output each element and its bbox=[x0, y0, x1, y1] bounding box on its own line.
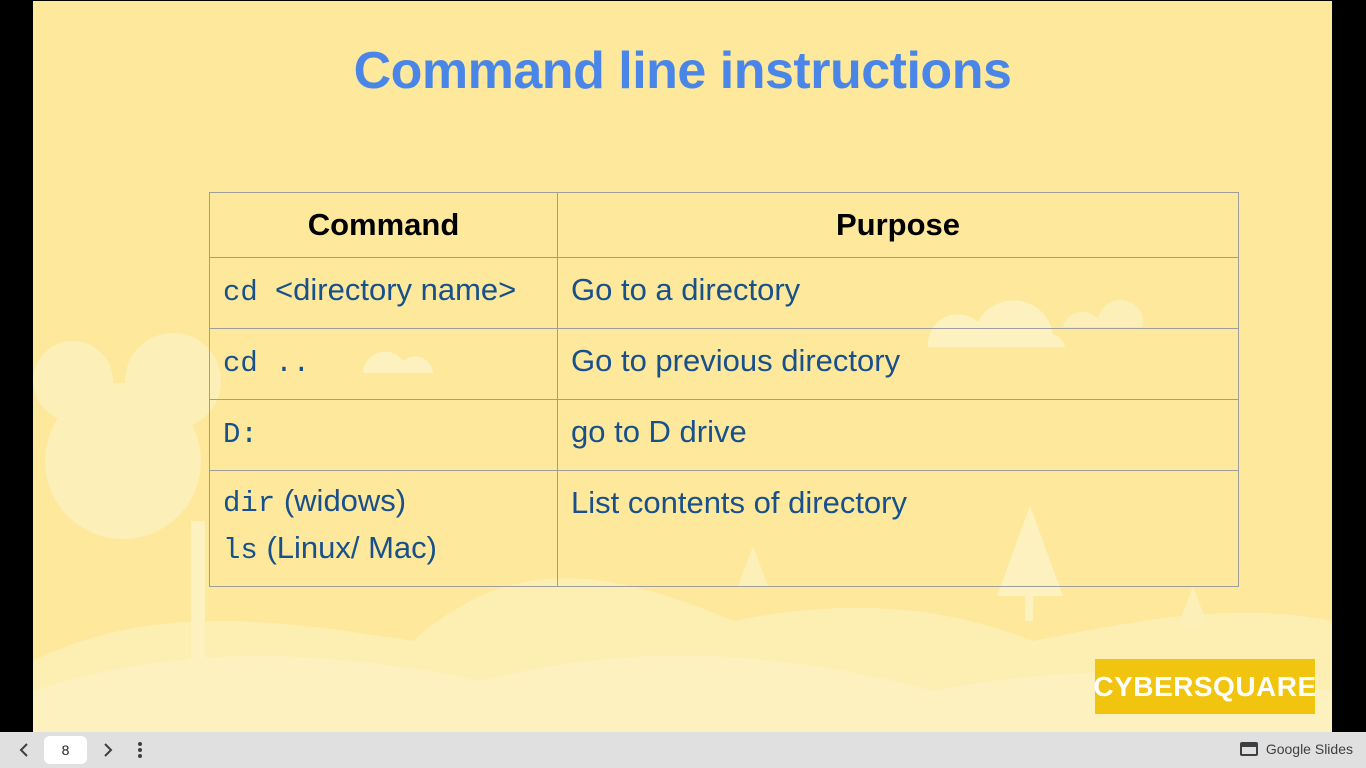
command-cell: cd .. bbox=[209, 328, 558, 400]
command-code: D: bbox=[223, 418, 258, 451]
purpose-cell: Go to previous directory bbox=[557, 328, 1239, 400]
table-row: cd <directory name> Go to a directory bbox=[209, 257, 1239, 329]
table-row: cd .. Go to previous directory bbox=[209, 328, 1239, 400]
command-cell: dir (widows) ls (Linux/ Mac) bbox=[209, 470, 558, 587]
chevron-right-icon[interactable] bbox=[96, 738, 120, 762]
chevron-left-icon[interactable] bbox=[12, 738, 36, 762]
purpose-cell: List contents of directory bbox=[557, 470, 1239, 587]
command-cell: D: bbox=[209, 399, 558, 471]
command-cell: cd <directory name> bbox=[209, 257, 558, 329]
page-number-input[interactable]: 8 bbox=[44, 736, 87, 764]
command-note: (Linux/ Mac) bbox=[266, 530, 437, 565]
command-code: cd bbox=[223, 276, 258, 309]
table-header-row: Command Purpose bbox=[209, 192, 1239, 258]
cybersquare-logo: CYBERSQUARE bbox=[1093, 659, 1316, 714]
google-slides-brand[interactable]: Google Slides bbox=[1239, 741, 1353, 757]
command-code: cd .. bbox=[223, 347, 311, 380]
command-arg: <directory name> bbox=[275, 272, 517, 307]
purpose-cell: go to D drive bbox=[557, 399, 1239, 471]
purpose-cell: Go to a directory bbox=[557, 257, 1239, 329]
header-command: Command bbox=[209, 192, 558, 258]
slide-title: Command line instructions bbox=[353, 42, 1012, 100]
command-note: (widows) bbox=[283, 483, 407, 518]
command-code: ls bbox=[223, 534, 258, 567]
table-row: D: go to D drive bbox=[209, 399, 1239, 471]
command-table: Command Purpose cd <directory name> Go t… bbox=[209, 192, 1239, 587]
brand-label: Google Slides bbox=[1265, 741, 1353, 757]
header-purpose: Purpose bbox=[557, 192, 1239, 258]
slide: Command line instructions Command Purpos… bbox=[33, 1, 1332, 732]
command-code: dir bbox=[223, 487, 276, 520]
table-row: dir (widows) ls (Linux/ Mac) List conten… bbox=[209, 470, 1239, 587]
presentation-toolbar: 8 Google Slides bbox=[0, 732, 1366, 768]
slides-icon bbox=[1239, 742, 1258, 756]
more-vert-icon[interactable] bbox=[128, 738, 152, 762]
